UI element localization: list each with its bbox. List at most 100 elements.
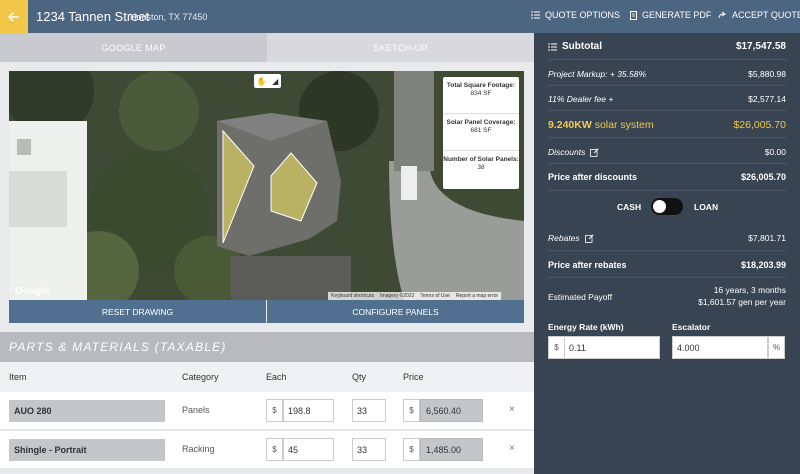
cash-loan-toggle[interactable] xyxy=(651,198,683,215)
polygon-draw-icon[interactable]: ◢ xyxy=(272,77,278,86)
markup-value: $5,880.98 xyxy=(748,69,786,79)
energy-rate-input[interactable] xyxy=(565,337,659,358)
parts-table-header: Item Category Each Qty Price xyxy=(0,362,534,392)
after-discounts-value: $26,005.70 xyxy=(740,172,786,182)
stat-total-square-footage: Total Square Footage: 834 SF xyxy=(443,77,519,114)
top-bar: 1234 Tannen Street Houston, TX 77450 QUO… xyxy=(0,0,800,33)
each-price-input[interactable] xyxy=(283,399,334,422)
loan-label: LOAN xyxy=(694,202,719,212)
currency-prefix: $ xyxy=(403,438,420,461)
line-price: 6,560.40 xyxy=(420,399,483,422)
subtotal-row: Subtotal $17,547.58 xyxy=(548,33,786,60)
column-item: Item xyxy=(9,372,27,382)
each-price-input[interactable] xyxy=(283,438,334,461)
discounts-label: Discounts xyxy=(548,147,586,157)
column-qty: Qty xyxy=(352,372,367,382)
escalator-label: Escalator xyxy=(672,322,711,332)
configure-panels-button[interactable]: CONFIGURE PANELS xyxy=(267,300,524,323)
generate-pdf-button[interactable]: GENERATE PDF xyxy=(630,10,711,20)
estimated-payoff-row: Estimated Payoff 16 years, 3 months $1,6… xyxy=(548,278,786,314)
energy-rate-prefix: $ xyxy=(548,336,565,359)
item-name[interactable]: AUO 280 xyxy=(9,400,165,422)
dealer-fee-row: 11% Dealer fee + $2,577.14 xyxy=(548,86,786,111)
remove-row-button[interactable]: × xyxy=(509,404,515,415)
escalator-field[interactable] xyxy=(672,336,768,359)
system-kw: 9.240KW xyxy=(548,119,592,131)
stat-unit: SF xyxy=(483,127,492,134)
column-price: Price xyxy=(403,372,424,382)
stat-value: 834 xyxy=(470,90,482,97)
document-icon xyxy=(630,10,637,20)
dealer-fee-value: $2,577.14 xyxy=(748,94,786,104)
escalator-input[interactable] xyxy=(673,337,767,358)
keyboard-shortcuts-link[interactable]: Keyboard shortcuts xyxy=(328,292,378,300)
escalator-suffix: % xyxy=(768,336,785,359)
after-rebates-row: Price after rebates $18,203.99 xyxy=(548,251,786,278)
table-row: AUO 280 Panels $ $ 6,560.40 × xyxy=(0,392,534,430)
stat-solar-panel-coverage: Solar Panel Coverage: 681 SF xyxy=(443,114,519,151)
map-draw-controls[interactable]: ✋ ◢ xyxy=(254,74,281,88)
arrow-left-icon xyxy=(8,12,19,21)
hand-icon[interactable]: ✋ xyxy=(257,77,267,86)
parts-section-title: PARTS & MATERIALS (TAXABLE) xyxy=(0,332,534,362)
tab-google-map[interactable]: GOOGLE MAP xyxy=(0,33,267,62)
item-name[interactable]: Shingle - Portrait xyxy=(9,439,165,461)
remove-row-button[interactable]: × xyxy=(509,443,515,454)
list-icon xyxy=(548,43,557,50)
subtotal-label-wrap: Subtotal xyxy=(548,41,602,52)
energy-rate-field[interactable] xyxy=(564,336,660,359)
map-stats-panel: Total Square Footage: 834 SF Solar Panel… xyxy=(443,77,519,189)
system-price: $26,005.70 xyxy=(733,119,786,131)
stat-label: Total Square Footage: xyxy=(446,82,516,89)
payoff-generation: $1,601.57 gen per year xyxy=(698,297,786,307)
terms-of-use-link[interactable]: Terms of Use xyxy=(417,292,453,300)
system-label: solar system xyxy=(594,119,654,131)
google-logo: Google xyxy=(15,286,50,297)
line-price: 1,485.00 xyxy=(420,438,483,461)
system-size-label: 9.240KW solar system xyxy=(548,119,654,131)
subtotal-value: $17,547.58 xyxy=(735,41,786,52)
toggle-knob xyxy=(653,200,666,213)
subtotal-label: Subtotal xyxy=(562,41,602,52)
map-footer: Keyboard shortcuts Imagery ©2022 Terms o… xyxy=(328,292,502,300)
tab-sketch-up[interactable]: SKETCH-UP xyxy=(267,33,534,62)
rebates-label: Rebates xyxy=(548,233,580,243)
rebates-row: Rebates $7,801.71 xyxy=(548,225,786,251)
pricing-summary-panel: Subtotal $17,547.58 Project Markup: + 35… xyxy=(534,33,800,474)
rebates-label-wrap: Rebates xyxy=(548,233,594,243)
report-map-error-link[interactable]: Report a map error xyxy=(452,292,502,300)
quantity-input[interactable] xyxy=(352,399,386,422)
discounts-row: Discounts $0.00 xyxy=(548,138,786,164)
quantity-input[interactable] xyxy=(352,438,386,461)
markup-label: Project Markup: + 35.58% xyxy=(548,69,647,79)
stat-number-of-solar-panels: Number of Solar Panels: 38 xyxy=(443,151,519,188)
accept-quote-button[interactable]: ACCEPT QUOTE xyxy=(718,10,800,20)
currency-prefix: $ xyxy=(403,399,420,422)
after-discounts-row: Price after discounts $26,005.70 xyxy=(548,164,786,191)
share-icon xyxy=(718,11,726,19)
item-category: Racking xyxy=(182,444,215,454)
quote-options-button[interactable]: QUOTE OPTIONS xyxy=(531,10,620,20)
generate-pdf-label: GENERATE PDF xyxy=(642,10,712,20)
after-rebates-label: Price after rebates xyxy=(548,260,627,270)
markup-row: Project Markup: + 35.58% $5,880.98 xyxy=(548,60,786,86)
quote-options-label: QUOTE OPTIONS xyxy=(545,10,621,20)
currency-prefix: $ xyxy=(266,399,283,422)
stat-label: Solar Panel Coverage: xyxy=(446,119,516,126)
system-size-row: 9.240KW solar system $26,005.70 xyxy=(548,111,786,138)
stat-value: 38 xyxy=(477,164,485,171)
accept-quote-label: ACCEPT QUOTE xyxy=(732,10,800,20)
after-rebates-value: $18,203.99 xyxy=(740,260,786,270)
edit-icon[interactable] xyxy=(584,233,594,243)
edit-icon[interactable] xyxy=(590,147,599,157)
payoff-label: Estimated Payoff xyxy=(548,292,613,302)
column-each: Each xyxy=(266,372,287,382)
back-button[interactable] xyxy=(0,0,28,33)
discounts-label-wrap: Discounts xyxy=(548,147,599,157)
after-discounts-label: Price after discounts xyxy=(548,172,638,182)
project-city: Houston, TX 77450 xyxy=(130,12,208,22)
table-row: Shingle - Portrait Racking $ $ 1,485.00 … xyxy=(0,431,534,469)
energy-rate-label: Energy Rate (kWh) xyxy=(548,322,624,332)
stat-value: 681 xyxy=(470,127,482,134)
reset-drawing-button[interactable]: RESET DRAWING xyxy=(9,300,266,323)
